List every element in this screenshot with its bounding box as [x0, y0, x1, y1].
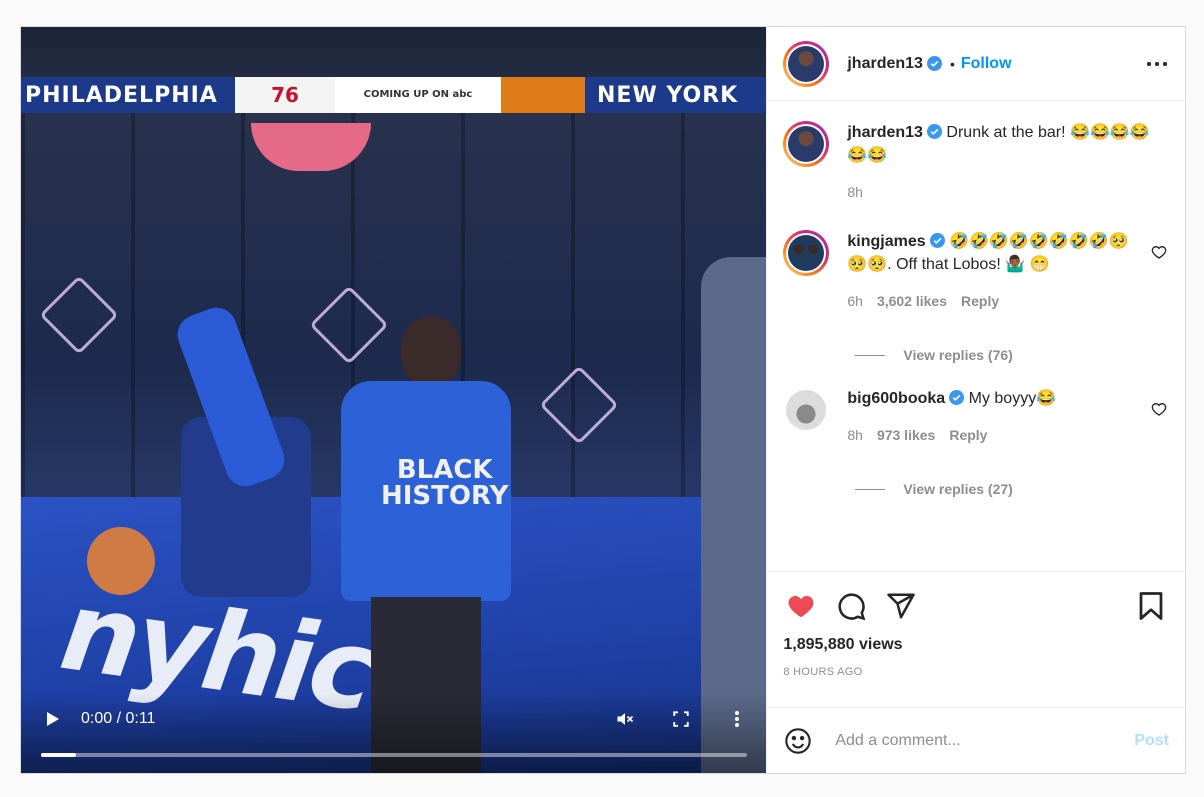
- comment-composer: Post: [767, 707, 1185, 773]
- video-progress-fill: [41, 753, 77, 757]
- view-replies-button[interactable]: View replies (76): [855, 347, 1169, 363]
- basketball: [87, 527, 155, 595]
- banner-network: COMING UP ON abc: [335, 77, 501, 113]
- post-actions: 1,895,880 views 8 HOURS AGO: [767, 571, 1185, 707]
- video-player[interactable]: PHILADELPHIA 76 COMING UP ON abc NEW YOR…: [21, 27, 767, 773]
- video-progress-bar[interactable]: [41, 753, 747, 757]
- caption: jharden13 Drunk at the bar! 😂😂😂😂😂😂 8h: [783, 121, 1169, 204]
- scoreboard-banner: PHILADELPHIA 76 COMING UP ON abc NEW YOR…: [21, 77, 767, 113]
- like-heart-icon[interactable]: [783, 588, 819, 624]
- share-icon[interactable]: [883, 588, 919, 624]
- more-options-icon[interactable]: [1145, 52, 1169, 76]
- comment-input[interactable]: [833, 730, 1135, 751]
- banner-team-left: PHILADELPHIA: [25, 82, 218, 108]
- post-timestamp: 8 HOURS AGO: [783, 666, 863, 678]
- post-container: PHILADELPHIA 76 COMING UP ON abc NEW YOR…: [20, 26, 1186, 774]
- verified-badge-icon: [949, 390, 965, 405]
- post-side-panel: jharden13 • Follow jharden13 Drunk at th…: [766, 27, 1185, 773]
- comment-item: big600booka My boyyy😂 8h 973 likes Reply: [783, 387, 1169, 447]
- bookmark-icon[interactable]: [1133, 588, 1169, 624]
- avatar[interactable]: [783, 40, 830, 87]
- comment-username[interactable]: big600booka: [847, 390, 945, 407]
- reply-button[interactable]: Reply: [949, 424, 987, 447]
- play-icon[interactable]: [47, 712, 59, 726]
- post-comment-button[interactable]: Post: [1134, 732, 1169, 750]
- view-replies-button[interactable]: View replies (27): [855, 481, 1169, 497]
- separator-dot: •: [949, 55, 955, 72]
- post-header: jharden13 • Follow: [767, 27, 1185, 101]
- caption-username[interactable]: jharden13: [847, 124, 923, 141]
- comment-item: kingjames 🤣🤣🤣🤣🤣🤣🤣🤣🥺🥺🥺. Off that Lobos! 🤷…: [783, 230, 1169, 313]
- video-frame: PHILADELPHIA 76 COMING UP ON abc NEW YOR…: [21, 27, 767, 773]
- video-controls: 0:00 / 0:11: [21, 693, 767, 773]
- video-time: 0:00 / 0:11: [81, 710, 156, 727]
- avatar[interactable]: [783, 121, 830, 167]
- like-comment-icon[interactable]: [1151, 244, 1167, 260]
- emoji-icon[interactable]: [783, 726, 813, 756]
- player-figure: [141, 277, 341, 597]
- sixers-logo: 76: [235, 77, 335, 113]
- knicks-logo: [501, 77, 585, 113]
- comment-likes[interactable]: 3,602 likes: [877, 290, 947, 313]
- fullscreen-icon[interactable]: [667, 705, 695, 733]
- verified-badge-icon: [929, 233, 945, 248]
- avatar[interactable]: [783, 387, 829, 433]
- verified-badge-icon: [926, 124, 942, 139]
- verified-badge-icon: [926, 56, 942, 71]
- comments-list: jharden13 Drunk at the bar! 😂😂😂😂😂😂 8h ki…: [767, 101, 1185, 571]
- like-comment-icon[interactable]: [1151, 401, 1167, 417]
- author-username[interactable]: jharden13: [847, 55, 923, 73]
- comment-text: My boyyy😂: [968, 390, 1057, 407]
- follow-button[interactable]: Follow: [961, 55, 1012, 73]
- more-vertical-icon[interactable]: [723, 705, 751, 733]
- mute-icon[interactable]: [611, 705, 639, 733]
- comment-icon[interactable]: [833, 588, 869, 624]
- comment-time: 6h: [847, 293, 863, 309]
- comment-username[interactable]: kingjames: [847, 233, 925, 250]
- caption-time: 8h: [847, 184, 863, 200]
- view-count[interactable]: 1,895,880 views: [783, 636, 1169, 654]
- comment-likes[interactable]: 973 likes: [877, 424, 935, 447]
- avatar[interactable]: [783, 230, 830, 276]
- comment-time: 8h: [847, 427, 863, 443]
- reply-button[interactable]: Reply: [961, 290, 999, 313]
- banner-team-right: NEW YORK: [597, 82, 739, 108]
